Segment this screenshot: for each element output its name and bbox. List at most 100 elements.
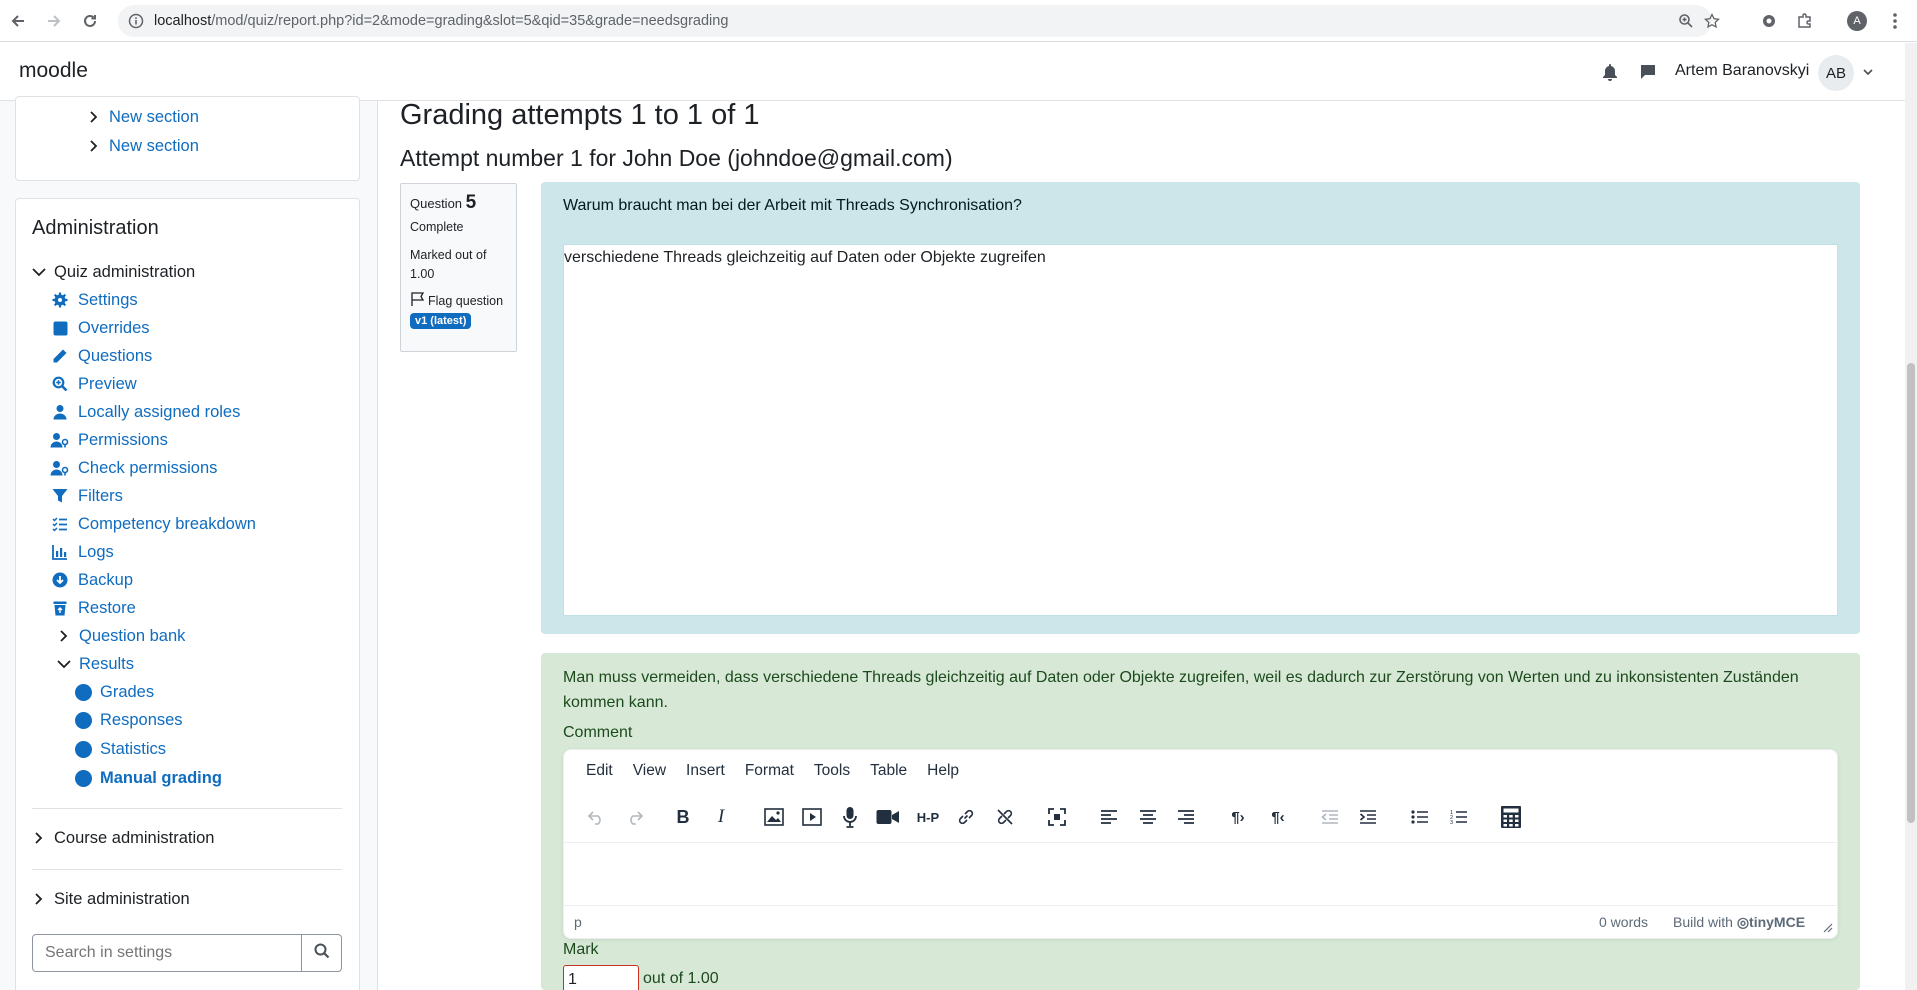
resize-handle-icon[interactable]: [1823, 920, 1833, 936]
sidebar-item-responses[interactable]: Responses: [73, 709, 183, 731]
course-administration-toggle[interactable]: Course administration: [32, 827, 215, 849]
italic-icon[interactable]: I: [707, 803, 735, 831]
sidebar-item-settings[interactable]: Settings: [50, 289, 138, 311]
ltr-icon[interactable]: ¶›: [1224, 803, 1252, 831]
calculator-icon[interactable]: [1497, 803, 1525, 831]
element-path[interactable]: p: [574, 914, 582, 930]
user-avatar[interactable]: AB: [1818, 55, 1854, 91]
bookmark-star-icon[interactable]: [1702, 11, 1722, 31]
chevron-down-icon[interactable]: [1862, 65, 1874, 83]
mark-input[interactable]: [563, 965, 639, 990]
outdent-icon[interactable]: [1316, 803, 1344, 831]
search-button[interactable]: [301, 935, 341, 971]
sidebar-item-overrides[interactable]: Overrides: [50, 317, 150, 339]
video-camera-icon[interactable]: [874, 803, 902, 831]
section-link[interactable]: New section: [109, 108, 199, 127]
sidebar-item-label[interactable]: Filters: [78, 487, 123, 506]
sidebar-item-competency-breakdown[interactable]: Competency breakdown: [50, 513, 256, 535]
numbered-list-icon[interactable]: 123: [1445, 803, 1473, 831]
sidebar-item-grades[interactable]: Grades: [73, 681, 154, 703]
section-item[interactable]: New section: [87, 106, 199, 128]
course-administration-label[interactable]: Course administration: [54, 829, 215, 848]
sidebar-item-preview[interactable]: Preview: [50, 373, 137, 395]
browser-menu-icon[interactable]: [1884, 10, 1906, 32]
tinymce-branding[interactable]: Build with ◎tinyMCE: [1673, 914, 1805, 931]
sidebar-item-label[interactable]: Backup: [78, 571, 133, 590]
align-right-icon[interactable]: [1172, 803, 1200, 831]
menu-insert[interactable]: Insert: [686, 762, 725, 780]
link-icon[interactable]: [952, 803, 980, 831]
sidebar-item-label[interactable]: Preview: [78, 375, 137, 394]
sidebar-item-label[interactable]: Check permissions: [78, 459, 217, 478]
sidebar-item-label[interactable]: Question bank: [79, 627, 185, 646]
sidebar-item-label[interactable]: Logs: [78, 543, 114, 562]
sidebar-item-label[interactable]: Grades: [100, 683, 154, 702]
sidebar-item-label[interactable]: Responses: [100, 711, 183, 730]
reload-icon[interactable]: [78, 9, 102, 33]
sidebar-item-logs[interactable]: Logs: [50, 541, 114, 563]
quiz-administration-toggle[interactable]: Quiz administration: [32, 261, 195, 283]
redo-icon[interactable]: [621, 803, 649, 831]
user-name[interactable]: Artem Baranovskyi: [1675, 62, 1809, 80]
menu-edit[interactable]: Edit: [586, 762, 613, 780]
site-info-icon[interactable]: [126, 11, 146, 31]
sidebar-item-filters[interactable]: Filters: [50, 485, 123, 507]
sidebar-item-permissions[interactable]: Permissions: [50, 429, 168, 451]
sidebar-item-label[interactable]: Results: [79, 655, 134, 674]
flag-question-label[interactable]: Flag question: [428, 294, 503, 308]
sidebar-item-label[interactable]: Locally assigned roles: [78, 403, 240, 422]
word-count[interactable]: 0 words: [1599, 914, 1648, 930]
scrollbar-thumb[interactable]: [1907, 363, 1915, 823]
sidebar-item-check-permissions[interactable]: Check permissions: [50, 457, 217, 479]
bullet-list-icon[interactable]: [1406, 803, 1434, 831]
sidebar-item-locally-assigned-roles[interactable]: Locally assigned roles: [50, 401, 240, 423]
site-administration-label[interactable]: Site administration: [54, 890, 190, 909]
sidebar-item-backup[interactable]: Backup: [50, 569, 133, 591]
zoom-icon[interactable]: [1676, 11, 1696, 31]
sidebar-item-manual-grading[interactable]: Manual grading: [73, 767, 222, 789]
sidebar-item-label[interactable]: Settings: [78, 291, 138, 310]
align-center-icon[interactable]: [1134, 803, 1162, 831]
fullscreen-icon[interactable]: [1043, 803, 1071, 831]
back-icon[interactable]: [6, 9, 30, 33]
microphone-icon[interactable]: [836, 803, 864, 831]
sidebar-item-label[interactable]: Questions: [78, 347, 152, 366]
browser-profile-avatar[interactable]: A: [1847, 11, 1867, 31]
media-icon[interactable]: [798, 803, 826, 831]
h5p-icon[interactable]: H-P: [914, 803, 942, 831]
address-bar[interactable]: localhost/mod/quiz/report.php?id=2&mode=…: [118, 5, 1720, 37]
sidebar-item-statistics[interactable]: Statistics: [73, 738, 166, 760]
sidebar-item-label[interactable]: Restore: [78, 599, 136, 618]
sidebar-item-label[interactable]: Competency breakdown: [78, 515, 256, 534]
menu-view[interactable]: View: [633, 762, 666, 780]
indent-icon[interactable]: [1354, 803, 1382, 831]
quiz-administration-label[interactable]: Quiz administration: [54, 263, 195, 282]
extensions-puzzle-icon[interactable]: [1794, 10, 1816, 32]
site-logo[interactable]: moodle: [19, 59, 88, 83]
section-item[interactable]: New section: [87, 135, 199, 157]
sidebar-item-label[interactable]: Statistics: [100, 740, 166, 759]
messages-icon[interactable]: [1638, 62, 1658, 82]
settings-search-input[interactable]: [33, 935, 301, 971]
undo-icon[interactable]: [582, 803, 610, 831]
unlink-icon[interactable]: [991, 803, 1019, 831]
image-icon[interactable]: [760, 803, 788, 831]
flag-question[interactable]: Flag question: [410, 291, 507, 310]
section-link[interactable]: New section: [109, 137, 199, 156]
sidebar-item-results[interactable]: Results: [57, 653, 134, 675]
bold-icon[interactable]: B: [669, 803, 697, 831]
sidebar-item-label[interactable]: Manual grading: [100, 769, 222, 788]
sidebar-item-question-bank[interactable]: Question bank: [57, 625, 185, 647]
notifications-bell-icon[interactable]: [1600, 62, 1620, 82]
comment-edit-area[interactable]: [564, 842, 1837, 904]
extension-gear-icon[interactable]: [1758, 10, 1780, 32]
sidebar-item-questions[interactable]: Questions: [50, 345, 152, 367]
align-left-icon[interactable]: [1095, 803, 1123, 831]
sidebar-item-restore[interactable]: Restore: [50, 597, 136, 619]
menu-format[interactable]: Format: [745, 762, 794, 780]
menu-tools[interactable]: Tools: [814, 762, 850, 780]
menu-table[interactable]: Table: [870, 762, 907, 780]
page-scrollbar[interactable]: [1905, 43, 1917, 990]
sidebar-item-label[interactable]: Permissions: [78, 431, 168, 450]
site-administration-toggle[interactable]: Site administration: [32, 888, 190, 910]
